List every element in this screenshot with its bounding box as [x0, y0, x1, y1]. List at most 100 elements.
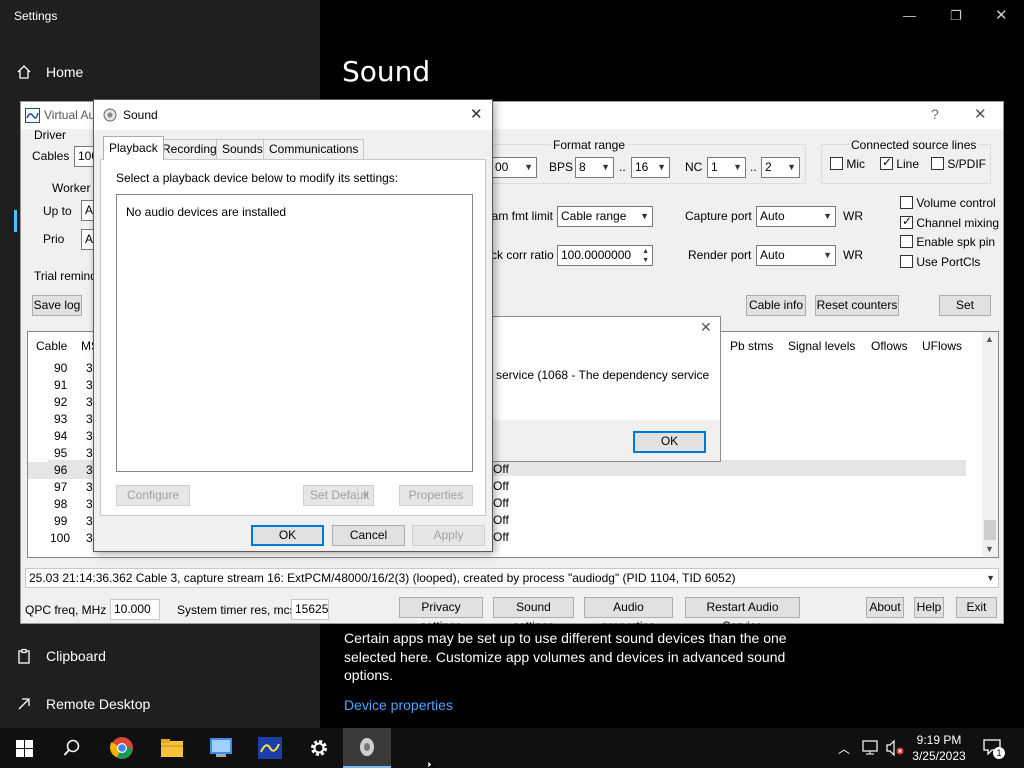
clock-corr-field[interactable]: 100.0000000 ▲ ▼ [557, 245, 653, 266]
enable-spk-pin-checkbox[interactable]: Enable spk pin [900, 235, 995, 249]
volume-control-check-box[interactable] [900, 196, 913, 209]
capture-port-value: Auto [760, 209, 785, 223]
help-icon[interactable]: ? [931, 106, 939, 122]
line-check-box[interactable] [880, 155, 893, 170]
vac-close-icon[interactable]: ✕ [974, 105, 987, 123]
column-header-cable[interactable]: Cable [36, 339, 67, 353]
sound-dialog-close-icon[interactable]: ✕ [470, 105, 483, 123]
control-panel-taskbar-button[interactable] [197, 728, 245, 768]
nc-max-select[interactable]: 2 ▼ [761, 157, 800, 178]
properties-button[interactable]: Properties [399, 485, 473, 506]
capture-port-select[interactable]: Auto ▼ [756, 206, 836, 227]
sample-rate-select[interactable]: 00 ▼ [491, 157, 537, 178]
driver-group-label: Driver [34, 128, 66, 142]
tab-recording[interactable]: Recording [156, 139, 223, 159]
spdif-check-box[interactable] [931, 157, 944, 170]
set-button[interactable]: Set [939, 295, 991, 316]
nav-clipboard[interactable]: Clipboard [16, 648, 106, 664]
chevron-down-icon[interactable]: ▼ [357, 486, 373, 505]
set-default-button[interactable]: Set Default ▼ [303, 485, 374, 506]
channel-mixing-check-box[interactable] [900, 214, 913, 229]
volume-control-checkbox[interactable]: Volume control [900, 196, 996, 210]
notification-center-button[interactable]: 1 [983, 739, 1005, 759]
mic-checkbox[interactable]: Mic [830, 157, 865, 171]
search-button[interactable] [48, 728, 96, 768]
help-button[interactable]: Help [914, 597, 944, 618]
render-port-select[interactable]: Auto ▼ [756, 245, 836, 266]
search-icon [63, 739, 80, 756]
column-header-oflows[interactable]: Oflows [871, 339, 908, 353]
audio-properties-button[interactable]: Audio properties [584, 597, 673, 633]
scroll-down-icon[interactable]: ▼ [985, 544, 994, 554]
spdif-checkbox[interactable]: S/PDIF [931, 157, 986, 171]
row-status-off: Off [493, 496, 509, 510]
use-portcls-checkbox[interactable]: Use PortCls [900, 255, 980, 269]
row-cable: 96 [54, 463, 68, 477]
start-button[interactable] [0, 728, 48, 768]
list-scrollbar[interactable]: ▲ ▼ [982, 332, 998, 557]
line-checkbox[interactable]: Line [880, 155, 919, 171]
minimize-icon[interactable]: ― [903, 8, 916, 23]
file-explorer-taskbar-button[interactable] [148, 728, 196, 768]
scrollbar-thumb[interactable] [984, 520, 996, 540]
channel-mixing-label: Channel mixing [916, 216, 1000, 230]
enable-spk-pin-check-box[interactable] [900, 235, 913, 248]
scroll-up-icon[interactable]: ▲ [985, 334, 994, 344]
settings-taskbar-button[interactable] [295, 728, 343, 768]
clock-time[interactable]: 9:19 PM [912, 733, 966, 747]
tab-communications[interactable]: Communications [263, 139, 365, 159]
tab-sounds[interactable]: Sounds [216, 139, 269, 159]
nc-min-select[interactable]: 1 ▼ [707, 157, 746, 178]
restart-audio-service-button[interactable]: Restart Audio Service [685, 597, 800, 633]
column-header-signal-levels[interactable]: Signal levels [788, 339, 855, 353]
exit-button[interactable]: Exit [956, 597, 997, 618]
ok-button[interactable]: OK [251, 525, 324, 546]
column-header-pb-stms[interactable]: Pb stms [730, 339, 773, 353]
playback-panel: Select a playback device below to modify… [100, 159, 486, 516]
cancel-button[interactable]: Cancel [332, 525, 405, 546]
bps-max-select[interactable]: 16 ▼ [631, 157, 670, 178]
vac-taskbar-button[interactable] [246, 728, 294, 768]
privacy-settings-button[interactable]: Privacy settings [399, 597, 483, 633]
spdif-label: S/PDIF [947, 157, 987, 171]
row-ms: 3 [86, 480, 93, 494]
cable-info-button[interactable]: Cable info [746, 295, 806, 316]
device-properties-link[interactable]: Device properties [344, 697, 453, 713]
about-button[interactable]: About [866, 597, 904, 618]
save-log-button[interactable]: Save log [32, 295, 82, 316]
chrome-taskbar-button[interactable] [98, 728, 146, 768]
sound-settings-button[interactable]: Sound settings [493, 597, 574, 633]
volume-muted-icon[interactable] [886, 740, 904, 756]
maximize-icon[interactable]: ❐ [950, 8, 962, 24]
device-list[interactable]: No audio devices are installed [116, 194, 473, 472]
error-ok-button[interactable]: OK [633, 431, 706, 453]
network-icon[interactable] [862, 740, 880, 756]
chevron-down-icon: ▼ [787, 162, 796, 172]
channel-mixing-checkbox[interactable]: Channel mixing [900, 214, 1000, 230]
nav-remote-desktop[interactable]: Remote Desktop [16, 696, 150, 712]
chevron-down-icon: ▼ [823, 211, 832, 221]
nav-home[interactable]: Home [16, 64, 83, 80]
tab-playback[interactable]: Playback [103, 136, 164, 160]
nc-max-value: 2 [765, 160, 772, 174]
log-select[interactable]: 25.03 21:14:36.362 Cable 3, capture stre… [25, 568, 999, 588]
error-close-icon[interactable]: ✕ [700, 319, 712, 336]
clock-date[interactable]: 3/25/2023 [908, 749, 970, 763]
gear-icon [311, 740, 327, 756]
sound-taskbar-button[interactable] [343, 728, 391, 768]
reset-counters-button[interactable]: Reset counters [815, 295, 899, 316]
configure-button[interactable]: Configure [116, 485, 190, 506]
chevron-up-icon[interactable]: ︿ [838, 740, 850, 757]
mic-check-box[interactable] [830, 157, 843, 170]
vac-title: Virtual Au [44, 108, 96, 122]
close-icon[interactable]: ✕ [995, 6, 1008, 24]
stream-fmt-limit-select[interactable]: Cable range ▼ [557, 206, 653, 227]
row-cable: 95 [54, 446, 68, 460]
apply-button[interactable]: Apply [412, 525, 485, 546]
chevron-down-icon: ▼ [986, 573, 995, 583]
spin-arrows-icon[interactable]: ▲ ▼ [642, 247, 649, 265]
column-header-uflows[interactable]: UFlows [922, 339, 962, 353]
bps-min-select[interactable]: 8 ▼ [575, 157, 614, 178]
render-wr-label: WR [843, 248, 863, 262]
use-portcls-check-box[interactable] [900, 255, 913, 268]
